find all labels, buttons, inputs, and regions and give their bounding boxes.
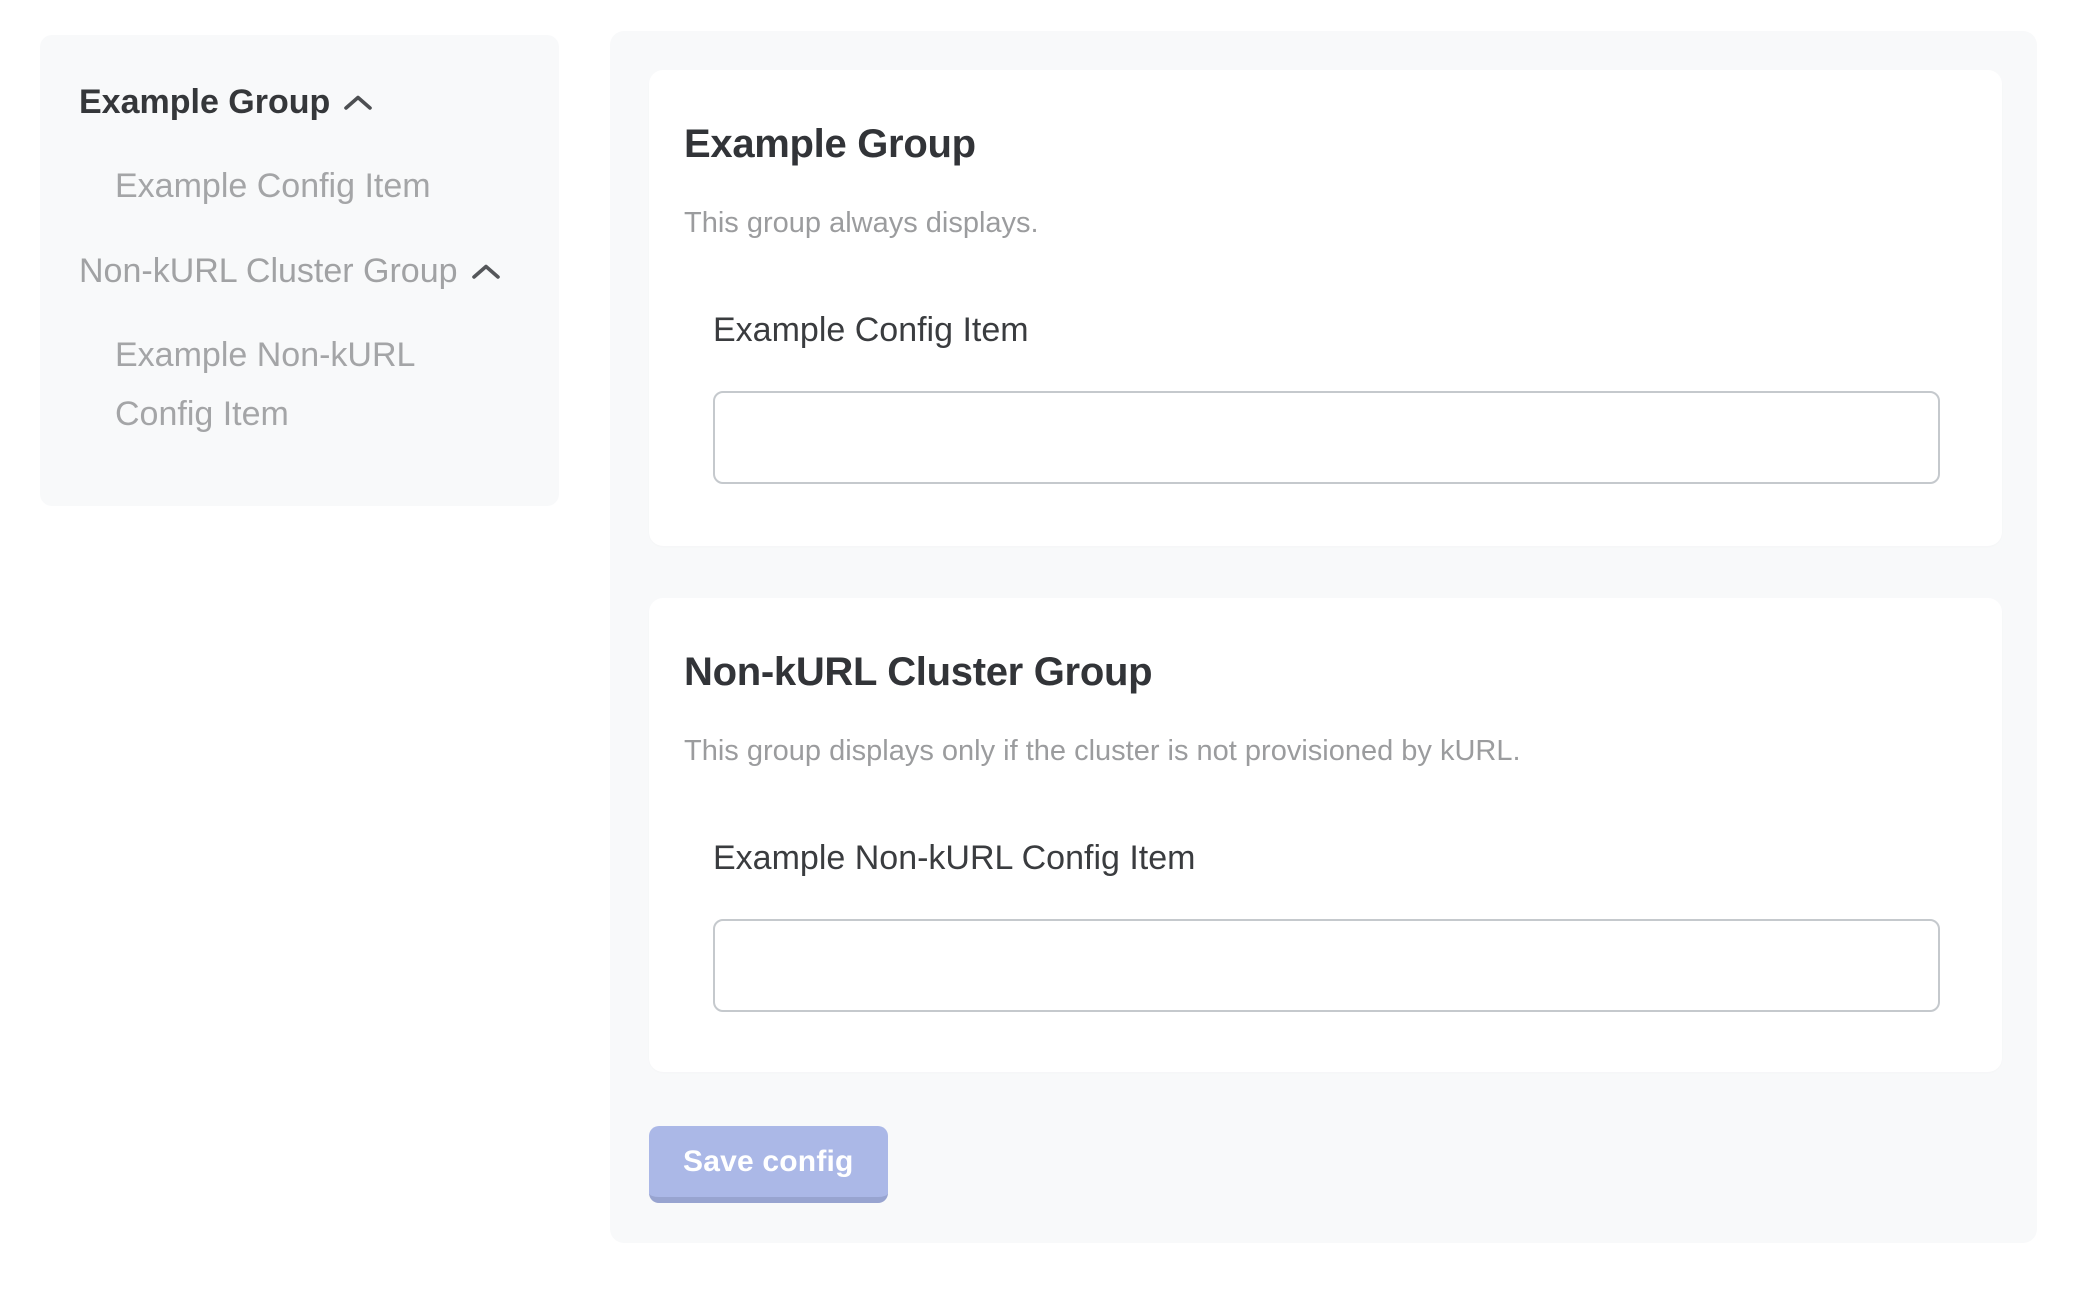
chevron-up-icon[interactable] <box>343 94 373 111</box>
sidebar-item-example-non-kurl-config-item[interactable]: Example Non-kURL Config Item <box>115 326 521 444</box>
sidebar-group-label: Non-kURL Cluster Group <box>79 250 458 292</box>
sidebar-group-label: Example Group <box>79 81 330 123</box>
config-nav-sidebar: Example Group Example Config Item Non-kU… <box>40 35 559 506</box>
chevron-up-icon[interactable] <box>471 263 501 280</box>
save-config-button[interactable]: Save config <box>649 1126 888 1203</box>
group-description: This group displays only if the cluster … <box>684 731 1942 771</box>
sidebar-item-example-config-item[interactable]: Example Config Item <box>115 157 521 216</box>
config-group-card-non-kurl-cluster-group: Non-kURL Cluster Group This group displa… <box>649 598 2002 1072</box>
example-config-item-input[interactable] <box>713 391 1940 484</box>
config-group-card-example-group: Example Group This group always displays… <box>649 70 2002 546</box>
config-item-label: Example Config Item <box>713 309 1942 351</box>
group-description: This group always displays. <box>684 203 1942 243</box>
group-title: Non-kURL Cluster Group <box>684 648 1942 696</box>
sidebar-group-example-group[interactable]: Example Group <box>79 81 521 123</box>
example-non-kurl-config-item-input[interactable] <box>713 919 1940 1012</box>
config-item-label: Example Non-kURL Config Item <box>713 837 1942 879</box>
sidebar-group-non-kurl-cluster-group[interactable]: Non-kURL Cluster Group <box>79 250 521 292</box>
config-panel: Example Group This group always displays… <box>610 31 2037 1243</box>
group-title: Example Group <box>684 120 1942 168</box>
